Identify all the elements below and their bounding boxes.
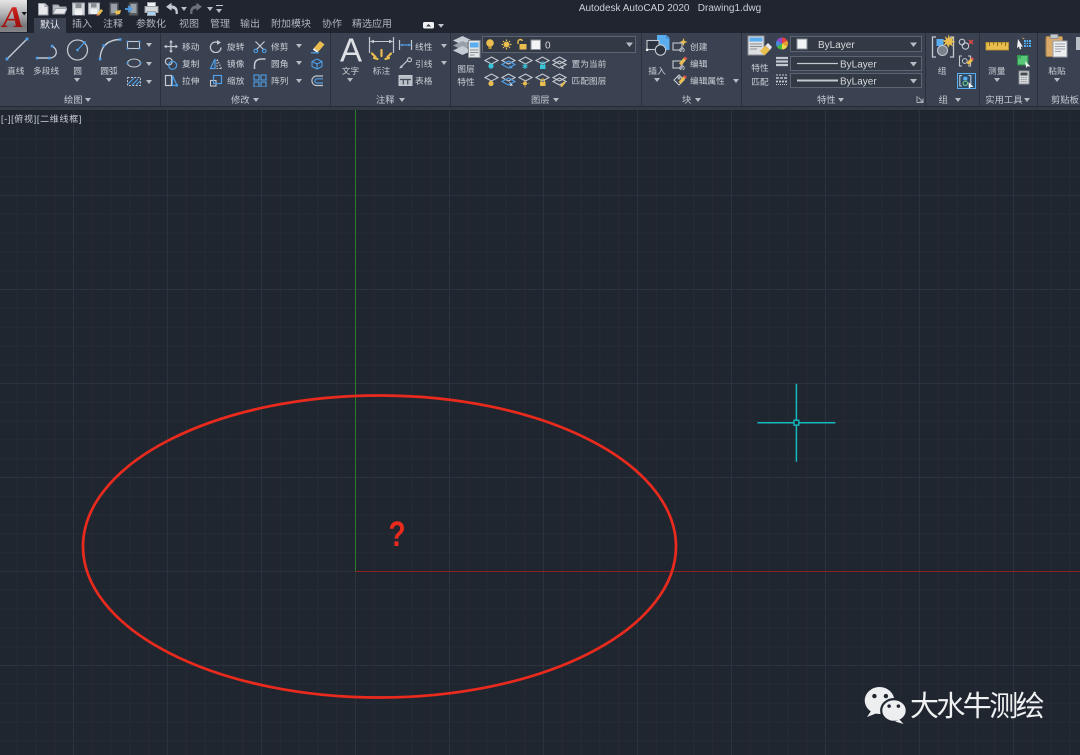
svg-text:0: 0	[545, 41, 551, 52]
svg-text:ByLayer: ByLayer	[818, 40, 855, 51]
svg-text:?: ?	[388, 514, 405, 554]
svg-text:ByLayer: ByLayer	[840, 60, 877, 71]
svg-text:A: A	[340, 34, 362, 64]
svg-text:ByLayer: ByLayer	[840, 77, 877, 88]
